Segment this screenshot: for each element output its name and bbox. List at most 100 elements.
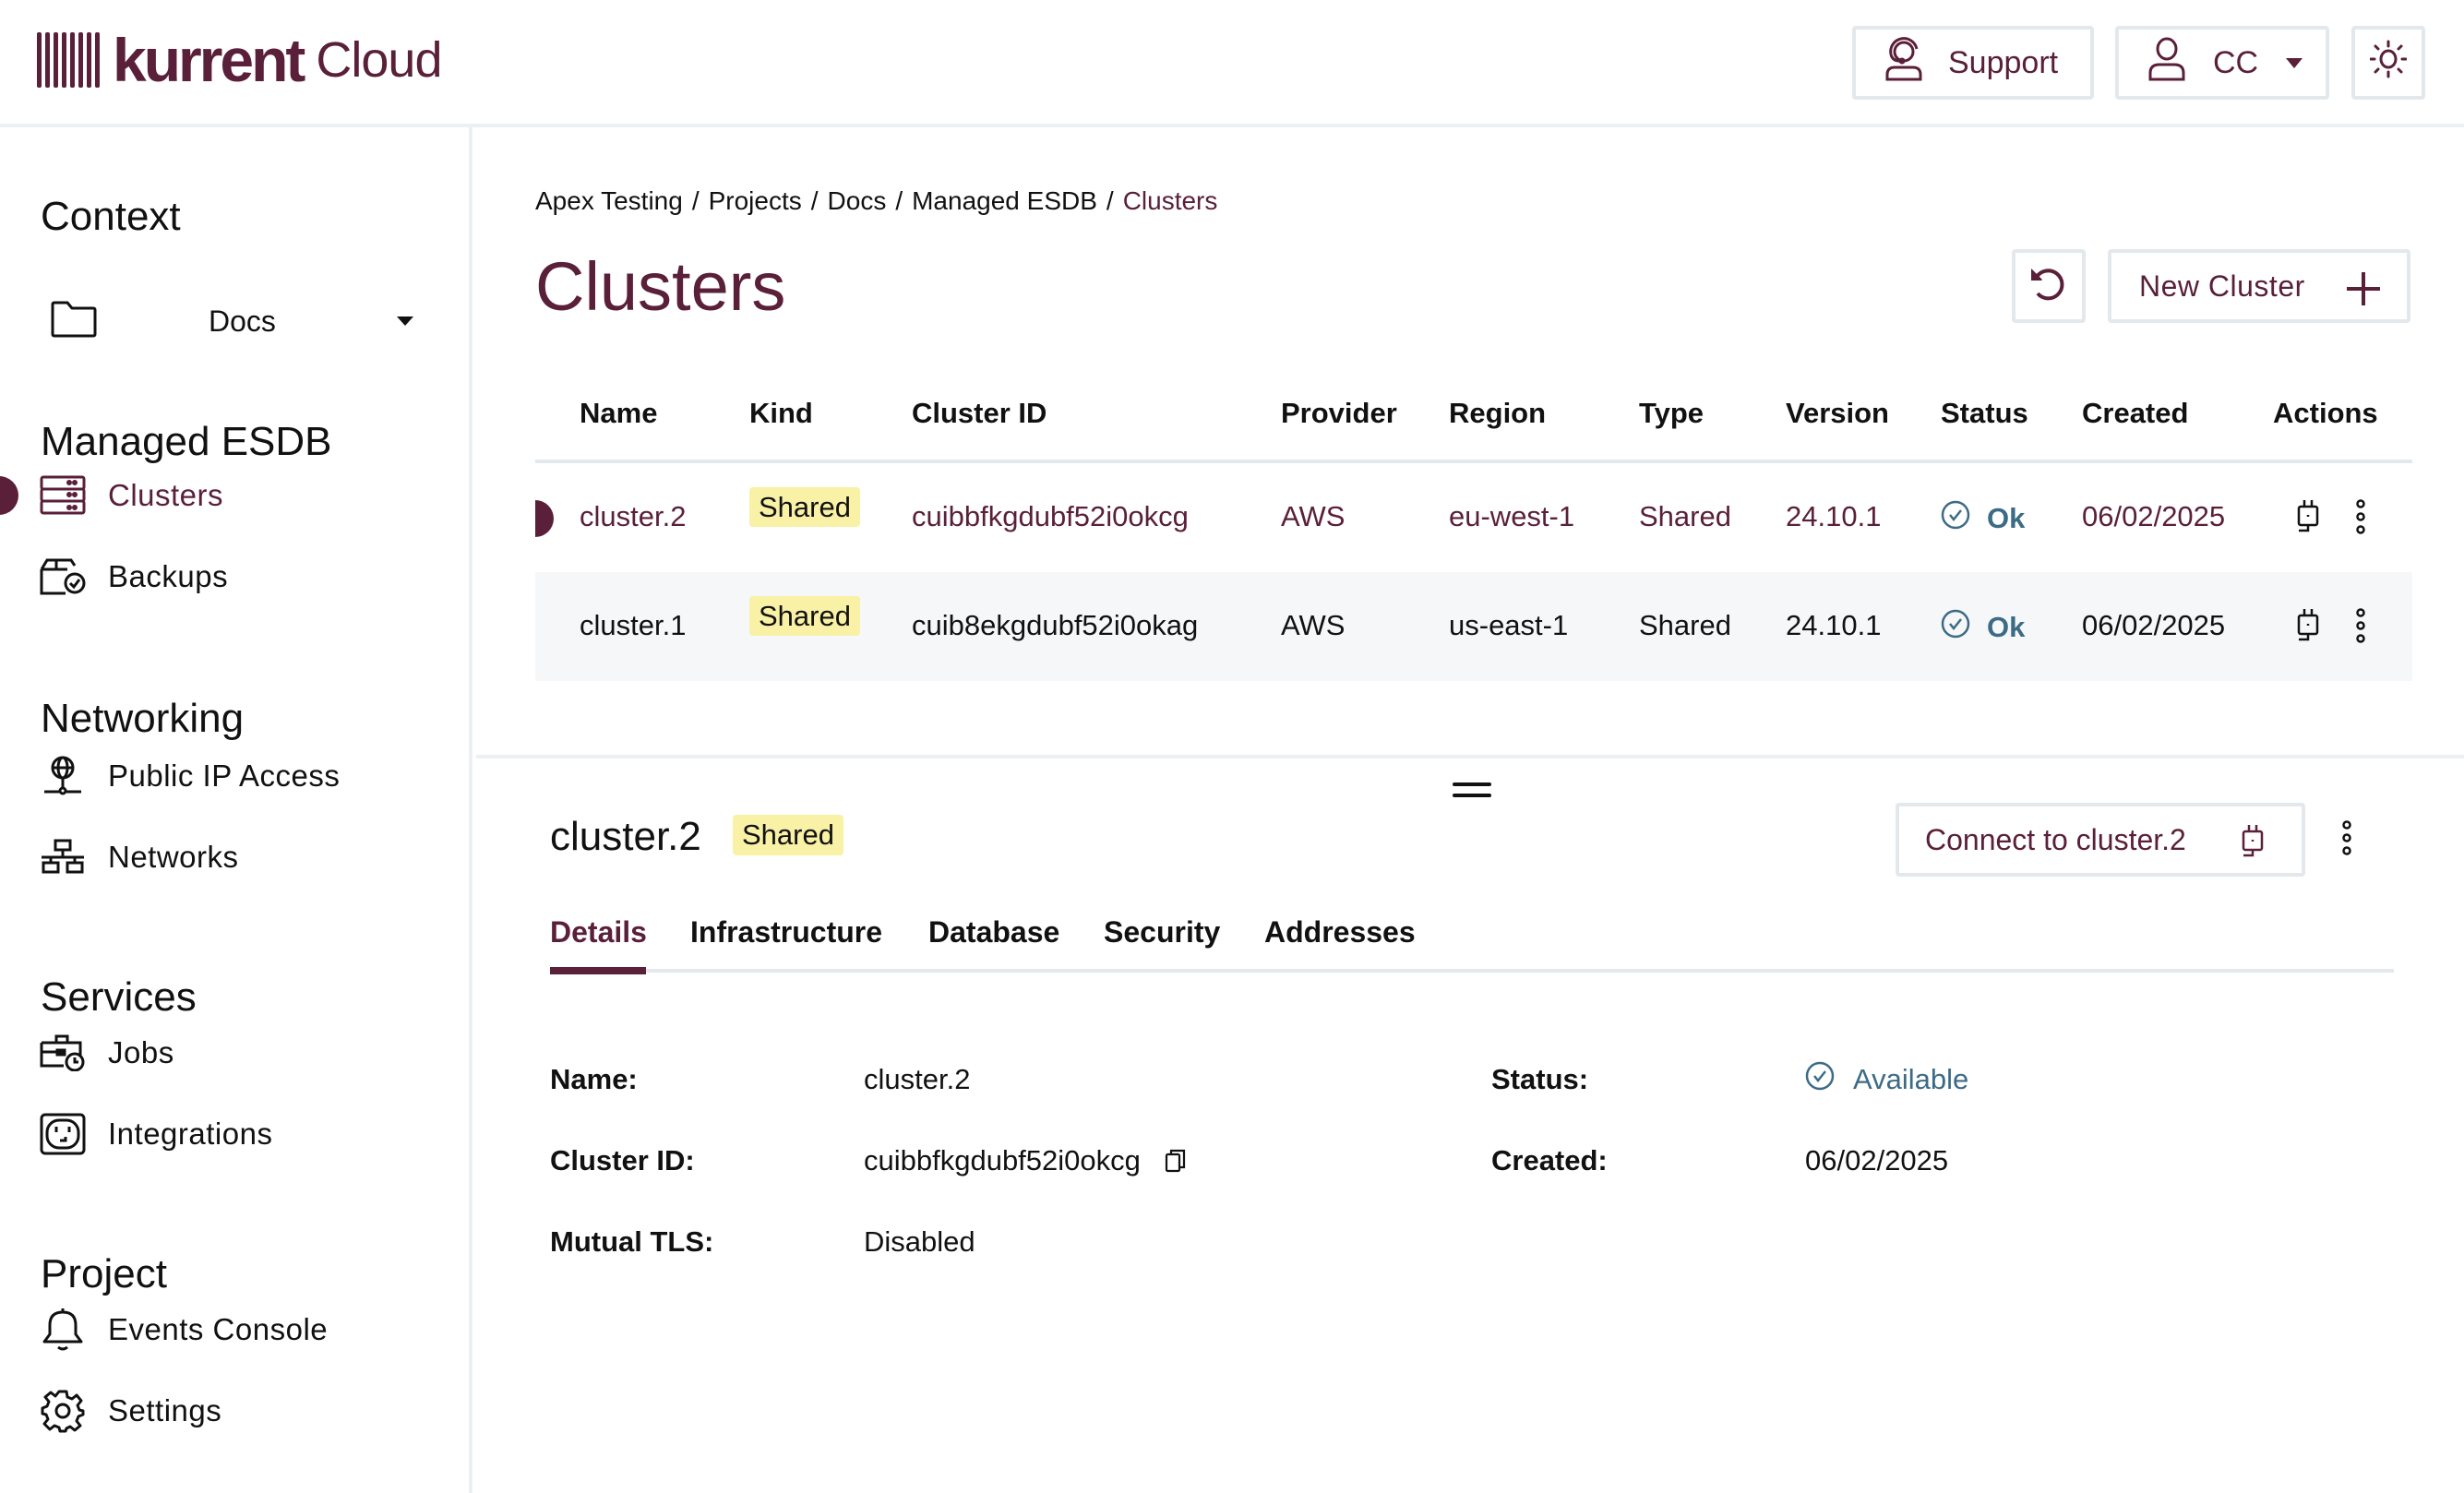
column-header-region[interactable]: Region — [1449, 397, 1546, 430]
field-value-created: 06/02/2025 — [1805, 1144, 1949, 1176]
sidebar-item-events-console[interactable]: Events Console — [0, 1297, 469, 1362]
sun-icon — [2369, 39, 2408, 88]
sidebar-item-label: Integrations — [108, 1117, 273, 1151]
sidebar-item-jobs[interactable]: Jobs — [0, 1021, 469, 1085]
table-row[interactable]: cluster.2 Shared cuibbfkgdubf52i0okcg AW… — [535, 463, 2412, 572]
panel-resize-handle[interactable] — [1453, 782, 1491, 801]
headset-icon — [1884, 36, 1924, 90]
breadcrumb-item[interactable]: Apex Testing — [535, 186, 683, 216]
backup-box-check-icon — [39, 553, 87, 601]
sidebar-item-clusters[interactable]: Clusters — [0, 463, 469, 528]
sidebar-item-label: Clusters — [108, 478, 224, 512]
column-header-version[interactable]: Version — [1786, 397, 1889, 430]
folder-icon — [50, 301, 98, 342]
column-header-provider[interactable]: Provider — [1281, 397, 1397, 430]
copy-icon[interactable] — [1165, 1149, 1187, 1173]
sidebar-item-label: Networks — [108, 840, 239, 874]
check-circle-icon — [1941, 500, 1970, 537]
tab-infrastructure[interactable]: Infrastructure — [690, 915, 882, 962]
sidebar-item-public-ip-access[interactable]: Public IP Access — [0, 744, 469, 808]
cluster-id-text: cuibbfkgdubf52i0okcg — [864, 1144, 1141, 1176]
user-icon — [2147, 36, 2187, 90]
column-header-status[interactable]: Status — [1941, 397, 2028, 430]
sidebar-item-label: Events Console — [108, 1312, 329, 1346]
connect-label: Connect to cluster.2 — [1925, 822, 2186, 856]
section-heading-services: Services — [41, 974, 197, 1020]
kind-badge: Shared — [749, 596, 860, 636]
theme-toggle-button[interactable] — [2351, 26, 2425, 100]
sidebar-item-settings[interactable]: Settings — [0, 1379, 469, 1443]
cell-created: 06/02/2025 — [2082, 609, 2226, 641]
more-options-icon[interactable] — [2355, 607, 2366, 649]
refresh-button[interactable] — [2012, 249, 2086, 323]
more-options-icon[interactable] — [2340, 819, 2353, 861]
new-cluster-label: New Cluster — [2139, 269, 2305, 303]
bell-icon — [39, 1306, 87, 1354]
column-header-type[interactable]: Type — [1639, 397, 1704, 430]
support-button[interactable]: Support — [1852, 26, 2094, 100]
cell-status: Ok — [1941, 500, 2025, 537]
cell-type: Shared — [1639, 609, 1731, 641]
tab-security[interactable]: Security — [1104, 915, 1220, 962]
plug-icon — [2241, 823, 2265, 867]
column-header-cluster-id[interactable]: Cluster ID — [912, 397, 1047, 430]
breadcrumb-current: Clusters — [1122, 186, 1218, 215]
cell-created: 06/02/2025 — [2082, 500, 2226, 532]
cell-cluster-id: cuibbfkgdubf52i0okcg — [912, 500, 1189, 532]
column-header-name[interactable]: Name — [580, 397, 657, 430]
field-value-name: cluster.2 — [864, 1063, 971, 1095]
tab-details[interactable]: Details — [550, 915, 647, 962]
sidebar-item-backups[interactable]: Backups — [0, 544, 469, 609]
field-value-cluster-id: cuibbfkgdubf52i0okcg — [864, 1144, 1187, 1177]
sidebar-item-label: Backups — [108, 559, 229, 593]
chevron-down-icon — [397, 317, 413, 326]
cell-provider: AWS — [1281, 609, 1346, 641]
sidebar: Context Docs Managed ESDB Clusters Backu… — [0, 127, 472, 1493]
connect-icon[interactable] — [2296, 607, 2320, 649]
breadcrumb-separator: / — [895, 186, 903, 215]
sidebar-item-label: Public IP Access — [108, 758, 341, 793]
section-heading-managed-esdb: Managed ESDB — [41, 419, 332, 464]
active-tab-indicator — [550, 967, 646, 974]
breadcrumb-item[interactable]: Docs — [828, 186, 887, 216]
detail-title: cluster.2 — [550, 814, 701, 859]
logo-product: Cloud — [316, 32, 442, 88]
connect-cluster-button[interactable]: Connect to cluster.2 — [1896, 803, 2305, 877]
breadcrumb-item[interactable]: Managed ESDB — [912, 186, 1097, 216]
breadcrumb-item[interactable]: Projects — [709, 186, 802, 216]
cell-name[interactable]: cluster.2 — [580, 500, 686, 533]
breadcrumb: Apex Testing / Projects / Docs / Managed… — [535, 186, 1217, 216]
breadcrumb-separator: / — [810, 186, 819, 215]
field-label-status: Status: — [1491, 1063, 1589, 1095]
page-title: Clusters — [535, 248, 786, 325]
tab-addresses[interactable]: Addresses — [1264, 915, 1416, 962]
cell-name[interactable]: cluster.1 — [580, 609, 686, 642]
sidebar-item-label: Jobs — [108, 1035, 174, 1069]
context-selector[interactable]: Docs — [41, 284, 428, 358]
globe-network-icon — [39, 752, 87, 800]
kurrent-cloud-logo[interactable]: kurrent Cloud — [37, 28, 442, 92]
column-header-created: Created — [2082, 397, 2189, 429]
sidebar-item-integrations[interactable]: Integrations — [0, 1102, 469, 1166]
table-row[interactable]: cluster.1 Shared cuib8ekgdubf52i0okag AW… — [535, 572, 2412, 681]
cluster-detail-panel: cluster.2 Shared Connect to cluster.2 De… — [476, 755, 2464, 1493]
context-heading: Context — [41, 194, 181, 239]
context-selected: Docs — [209, 304, 276, 338]
table-header: Name Kind Cluster ID Provider Region Typ… — [535, 369, 2412, 463]
cell-version: 24.10.1 — [1786, 500, 1882, 532]
gear-icon — [39, 1387, 87, 1435]
field-label-created: Created: — [1491, 1144, 1608, 1176]
breadcrumb-separator: / — [1106, 186, 1114, 215]
cell-provider: AWS — [1281, 500, 1346, 532]
more-options-icon[interactable] — [2355, 498, 2366, 540]
cell-status: Ok — [1941, 609, 2025, 646]
column-header-kind[interactable]: Kind — [749, 397, 813, 430]
tab-database[interactable]: Database — [928, 915, 1059, 962]
status-text: Available — [1853, 1063, 1969, 1095]
user-menu-button[interactable]: CC — [2115, 26, 2329, 100]
sidebar-item-networks[interactable]: Networks — [0, 825, 469, 890]
field-value-mutual-tls: Disabled — [864, 1225, 975, 1258]
cell-region: eu-west-1 — [1449, 500, 1575, 532]
new-cluster-button[interactable]: New Cluster — [2108, 249, 2410, 323]
connect-icon[interactable] — [2296, 498, 2320, 540]
